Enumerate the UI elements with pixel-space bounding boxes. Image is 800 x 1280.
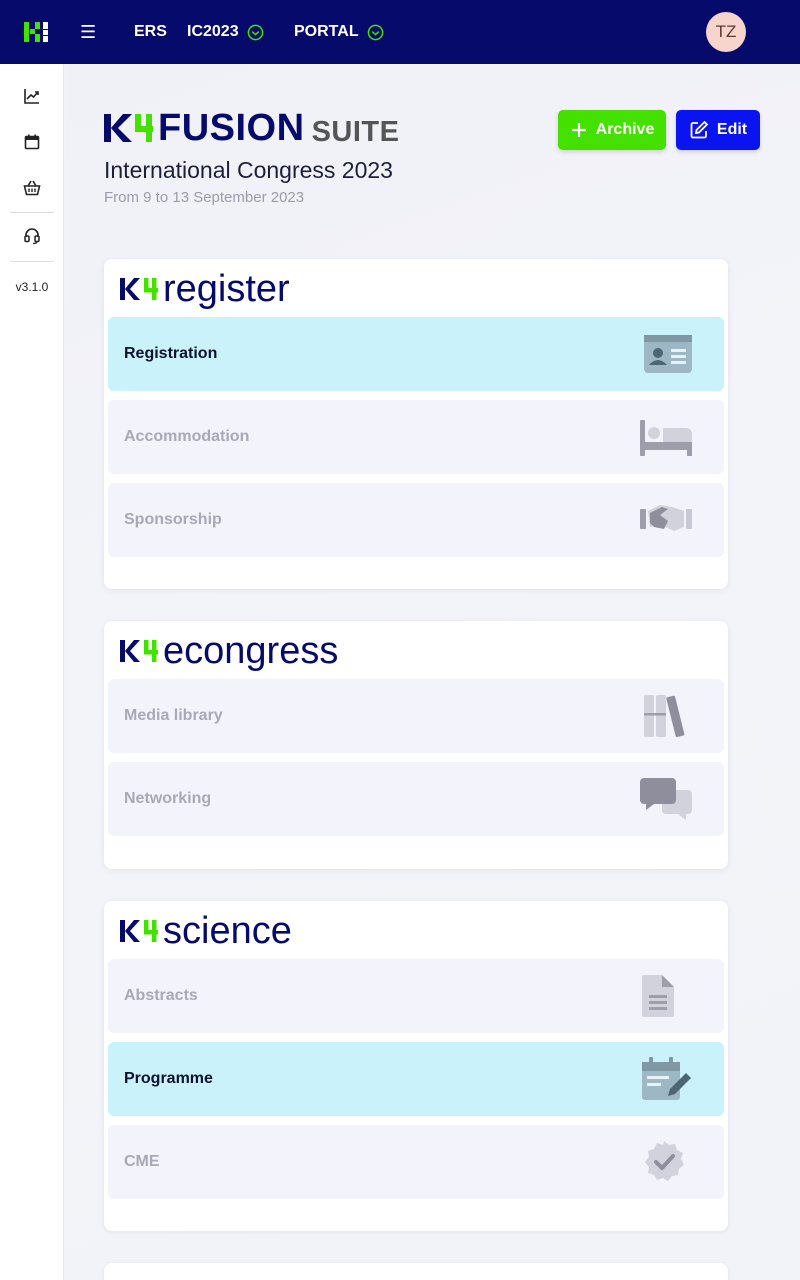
chart-line-icon[interactable] bbox=[22, 86, 42, 106]
check-circle-icon bbox=[367, 24, 383, 40]
avatar[interactable]: TZ bbox=[706, 12, 746, 52]
module-registration[interactable]: Registration bbox=[108, 317, 724, 391]
basket-icon[interactable] bbox=[22, 178, 42, 198]
headset-icon[interactable] bbox=[22, 226, 42, 246]
bed-icon bbox=[640, 420, 692, 456]
module-abstracts[interactable]: Abstracts bbox=[108, 959, 724, 1033]
card-header: econgress bbox=[120, 629, 338, 673]
k4-logo-icon bbox=[120, 640, 158, 662]
card-title: econgress bbox=[163, 630, 339, 672]
certificate-check-icon bbox=[645, 1141, 684, 1181]
econgress-card: econgress Media library Networking bbox=[104, 621, 728, 869]
k4-logo-icon bbox=[104, 114, 153, 142]
module-label: Networking bbox=[124, 790, 212, 807]
calendar-icon[interactable] bbox=[22, 132, 42, 152]
calendar-edit-icon bbox=[642, 1057, 691, 1100]
k4-logo-icon[interactable] bbox=[24, 20, 50, 44]
event-dates: From 9 to 13 September 2023 bbox=[104, 189, 305, 206]
module-label: Sponsorship bbox=[124, 511, 222, 528]
card-title: register bbox=[163, 268, 290, 310]
menu-icon[interactable]: ☰ bbox=[80, 22, 96, 42]
module-label: Programme bbox=[124, 1070, 213, 1087]
card-title: science bbox=[163, 910, 292, 952]
plus-icon bbox=[571, 123, 586, 137]
edit-button-label: Edit bbox=[716, 121, 748, 138]
k4-logo-icon bbox=[120, 278, 158, 300]
check-circle-icon bbox=[247, 24, 263, 40]
science-card: science Abstracts Programme CME bbox=[104, 901, 728, 1231]
nav-ers[interactable]: ERS bbox=[134, 0, 167, 64]
module-media-library[interactable]: Media library bbox=[108, 679, 724, 753]
brand-fusion: FUSION bbox=[158, 106, 305, 149]
page-title: International Congress 2023 bbox=[104, 157, 393, 183]
module-label: Registration bbox=[124, 345, 218, 362]
nav-portal[interactable]: PORTAL bbox=[294, 0, 384, 64]
nav-ic2023-label: IC2023 bbox=[187, 23, 239, 40]
version-label: v3.1.0 bbox=[15, 280, 49, 294]
nav-portal-label: PORTAL bbox=[294, 23, 359, 40]
module-label: Media library bbox=[124, 707, 223, 724]
edit-button[interactable]: Edit bbox=[676, 110, 760, 150]
module-accommodation[interactable]: Accommodation bbox=[108, 400, 724, 474]
sidebar-divider bbox=[10, 212, 54, 213]
books-icon bbox=[644, 695, 685, 738]
sidebar-divider bbox=[10, 261, 54, 262]
comments-icon bbox=[640, 778, 692, 820]
fusion-suite-logo: FUSION SUITE bbox=[104, 106, 400, 149]
register-card: register Registration Accommodation Spon… bbox=[104, 259, 728, 589]
card-header: science bbox=[120, 909, 292, 953]
k4-logo-icon bbox=[120, 920, 158, 942]
archive-button[interactable]: Archive bbox=[558, 110, 666, 150]
sidebar: v3.1.0 bbox=[0, 64, 64, 1280]
module-programme[interactable]: Programme bbox=[108, 1042, 724, 1116]
document-icon bbox=[642, 975, 674, 1017]
module-label: CME bbox=[124, 1153, 160, 1170]
module-label: Accommodation bbox=[124, 428, 250, 445]
handshake-icon bbox=[640, 505, 692, 531]
next-card bbox=[104, 1263, 728, 1280]
archive-button-label: Archive bbox=[595, 121, 655, 138]
nav-ers-label: ERS bbox=[134, 23, 167, 40]
edit-icon bbox=[690, 120, 709, 139]
module-cme[interactable]: CME bbox=[108, 1125, 724, 1199]
id-card-icon bbox=[644, 335, 692, 373]
nav-ic2023[interactable]: IC2023 bbox=[187, 0, 264, 64]
module-label: Abstracts bbox=[124, 987, 198, 1004]
card-header: register bbox=[120, 267, 290, 311]
module-sponsorship[interactable]: Sponsorship bbox=[108, 483, 724, 557]
top-bar: ☰ ERS IC2023 PORTAL TZ bbox=[0, 0, 800, 64]
brand-suite: SUITE bbox=[311, 115, 400, 148]
module-networking[interactable]: Networking bbox=[108, 762, 724, 836]
